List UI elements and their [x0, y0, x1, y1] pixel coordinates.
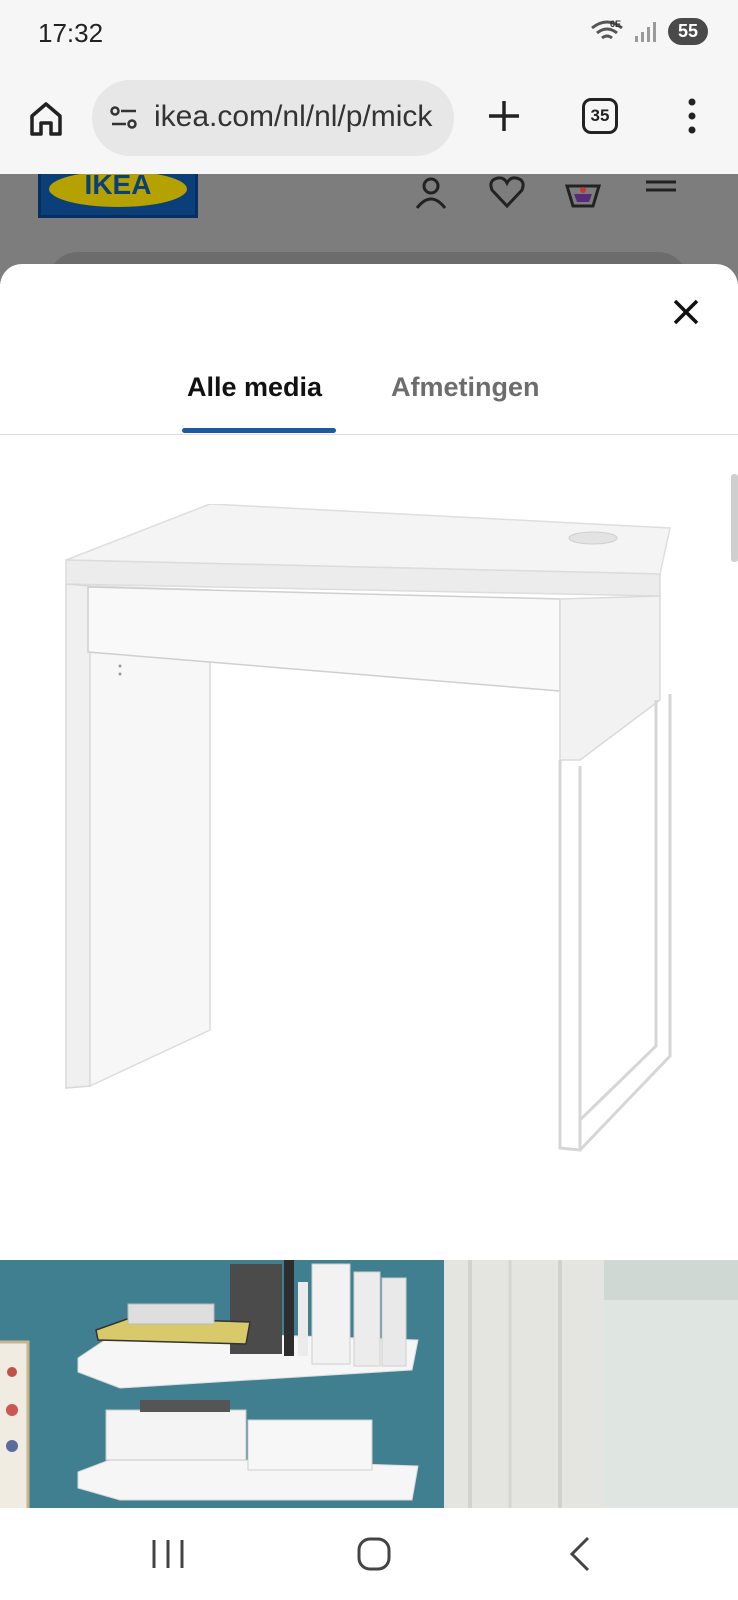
status-icons: 6E 55 — [590, 18, 708, 45]
new-tab-button[interactable] — [482, 94, 526, 138]
media-tabs: Alle media Afmetingen — [0, 372, 738, 435]
tab-afmetingen[interactable]: Afmetingen — [391, 372, 540, 403]
heart-icon[interactable] — [486, 174, 528, 214]
recent-apps-icon[interactable] — [146, 1534, 190, 1574]
logo-text: IKEA — [84, 174, 152, 200]
back-icon[interactable] — [560, 1534, 604, 1574]
active-tab-indicator — [182, 428, 336, 433]
product-image-room[interactable] — [0, 1260, 738, 1508]
system-nav-bar — [0, 1508, 738, 1600]
network-type-label: 6E — [610, 19, 621, 29]
more-vertical-icon — [688, 98, 696, 134]
person-icon[interactable] — [410, 174, 452, 214]
plus-icon — [489, 101, 519, 131]
address-bar[interactable]: ikea.com/nl/nl/p/mick — [92, 80, 454, 156]
url-text: ikea.com/nl/nl/p/mick — [154, 100, 433, 133]
tab-switcher-button[interactable]: 35 — [582, 98, 618, 134]
status-time: 17:32 — [38, 18, 104, 48]
shopping-bag-icon[interactable] — [562, 174, 604, 214]
signal-icon — [634, 21, 656, 42]
home-nav-icon[interactable] — [352, 1534, 396, 1574]
hamburger-icon[interactable] — [640, 174, 682, 214]
browser-toolbar: ikea.com/nl/nl/p/mick 35 — [0, 70, 738, 174]
close-icon — [673, 299, 699, 325]
site-settings-icon[interactable] — [108, 102, 140, 134]
browser-menu-button[interactable] — [680, 94, 704, 138]
product-image-desk[interactable] — [60, 504, 680, 1164]
tab-alle-media[interactable]: Alle media — [187, 372, 322, 403]
home-icon — [30, 102, 62, 136]
status-bar: 17:32 6E 55 — [0, 0, 738, 70]
ikea-logo[interactable]: IKEA — [38, 174, 198, 218]
home-button[interactable] — [24, 96, 68, 140]
battery-indicator: 55 — [667, 18, 708, 45]
close-button[interactable] — [666, 292, 706, 332]
media-sheet: Alle media Afmetingen — [0, 264, 738, 1508]
wifi-icon: 6E — [591, 19, 623, 39]
scrollbar-thumb[interactable] — [731, 474, 738, 562]
